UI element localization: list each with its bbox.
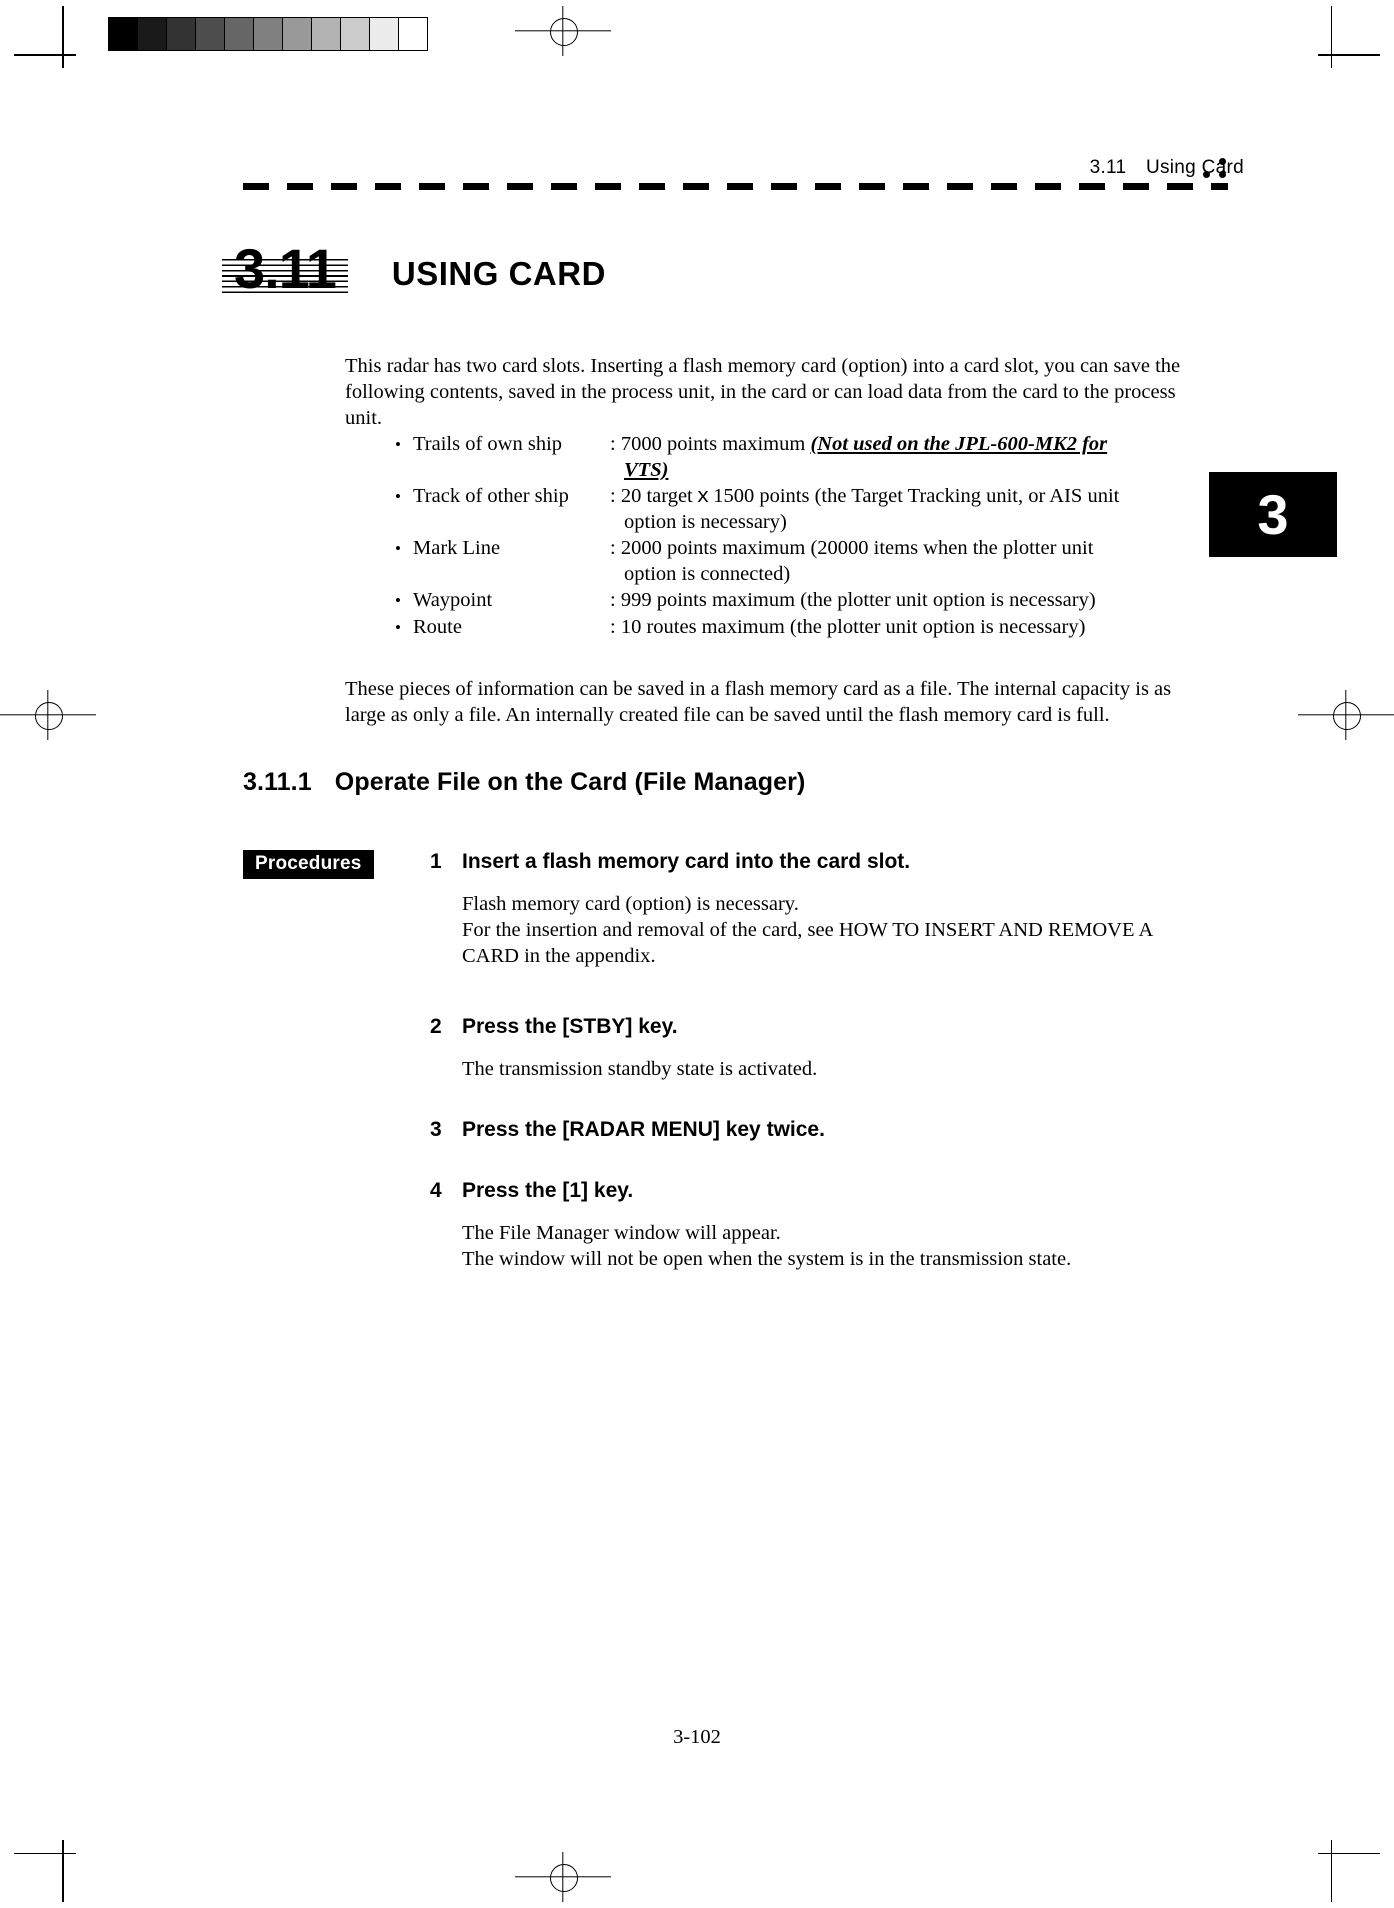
registration-crosshair-icon-top <box>515 6 611 56</box>
spec-term: Mark Line <box>413 537 501 559</box>
step-4: 4 Press the [1] key. The File Manager wi… <box>430 1177 1190 1272</box>
gray-swatch-10 <box>399 18 427 50</box>
registration-circle <box>550 1864 578 1892</box>
crop-mark-top-right <box>1318 6 1380 68</box>
gray-swatch-1 <box>138 18 167 50</box>
gray-swatch-9 <box>370 18 399 50</box>
procedures-badge: Procedures <box>243 850 374 879</box>
list-item: • Mark Line : 2000 points maximum (20000… <box>395 536 1195 587</box>
spec-definition: : 2000 points maximum (20000 items when … <box>608 536 1195 587</box>
step-heading: 4 Press the [1] key. <box>430 1177 1190 1204</box>
step-body: Flash memory card (option) is necessary.… <box>462 891 1190 969</box>
registration-crosshair-icon-right <box>1298 690 1394 740</box>
step-body-line: Flash memory card (option) is necessary. <box>462 893 799 915</box>
step-number: 1 <box>430 850 442 873</box>
spec-definition-text: : 2000 points maximum (20000 items when … <box>610 537 1094 559</box>
section-number: 3.11 <box>234 237 337 300</box>
spec-definition: : 999 points maximum (the plotter unit o… <box>610 589 1096 611</box>
spec-definition-cont: option is connected) <box>624 562 791 585</box>
decorative-dots-icon <box>1203 158 1231 184</box>
step-title: Insert a flash memory card into the card… <box>462 850 911 873</box>
spec-definition: : 10 routes maximum (the plotter unit op… <box>610 615 1086 638</box>
spec-emphasis-note: (Not used on the JPL-600-MK2 for <box>810 433 1108 455</box>
gray-swatch-7 <box>312 18 341 50</box>
spec-term: Trails of own ship <box>413 433 563 455</box>
chapter-tab: 3 <box>1209 472 1337 557</box>
registration-crosshair-icon-bottom <box>515 1852 611 1902</box>
list-item: • Track of other ship : 20 targetｘ1500 p… <box>395 484 1195 535</box>
registration-crosshair-icon-left <box>0 690 96 740</box>
bullet-icon: • <box>395 539 401 558</box>
step-1: 1 Insert a flash memory card into the ca… <box>430 848 1190 969</box>
bullet-icon: • <box>395 435 401 454</box>
outro-paragraph: These pieces of information can be saved… <box>345 677 1172 726</box>
step-body-line: The window will not be open when the sys… <box>462 1248 1072 1270</box>
gray-swatch-6 <box>283 18 312 50</box>
step-body-line: The File Manager window will appear. <box>462 1222 781 1244</box>
subsection-number: 3.11.1 <box>243 768 312 796</box>
bullet-icon: • <box>395 617 401 637</box>
step-heading: 2 Press the [STBY] key. <box>430 1013 1190 1040</box>
crop-mark-bottom-left <box>14 1840 76 1902</box>
bullet-icon: • <box>395 487 401 506</box>
running-header-number: 3.11 <box>1089 157 1127 178</box>
step-number: 4 <box>430 1179 442 1202</box>
gray-swatch-0 <box>109 18 138 50</box>
step-title: Press the [RADAR MENU] key twice. <box>462 1118 825 1141</box>
bullet-icon: • <box>395 591 401 610</box>
spec-definition: : 7000 points maximum (Not used on the J… <box>608 432 1195 483</box>
step-2: 2 Press the [STBY] key. The transmission… <box>430 1013 1190 1082</box>
step-number: 3 <box>430 1118 442 1141</box>
step-heading: 1 Insert a flash memory card into the ca… <box>430 848 1190 875</box>
crop-mark-bottom-right <box>1318 1840 1380 1902</box>
spec-definition: : 20 targetｘ1500 points (the Target Trac… <box>608 484 1195 535</box>
subsection-title: Operate File on the Card (File Manager) <box>334 768 806 796</box>
section-title: 3.11 USING CARD <box>222 235 606 299</box>
spec-term: Route <box>413 615 462 638</box>
gray-swatch-4 <box>225 18 254 50</box>
step-body-line: The transmission standby state is activa… <box>462 1058 818 1080</box>
intro-paragraph: This radar has two card slots. Inserting… <box>345 354 1181 429</box>
step-title: Press the [STBY] key. <box>462 1015 678 1038</box>
step-body-line: For the insertion and removal of the car… <box>462 919 1153 967</box>
step-heading: 3 Press the [RADAR MENU] key twice. <box>430 1116 1190 1143</box>
grayscale-calibration-strip <box>108 17 428 51</box>
section-name: USING CARD <box>391 255 606 292</box>
step-title: Press the [1] key. <box>462 1179 634 1202</box>
gray-swatch-8 <box>341 18 370 50</box>
crop-mark-top-left <box>14 6 76 68</box>
gray-swatch-2 <box>167 18 196 50</box>
procedure-steps: 1 Insert a flash memory card into the ca… <box>430 848 1190 1272</box>
list-item: • Waypoint : 999 points maximum (the plo… <box>395 588 1195 614</box>
page-number: 3-102 <box>673 1726 721 1748</box>
registration-circle <box>35 702 63 730</box>
section-number-badge: 3.11 <box>222 239 348 299</box>
subsection-heading: 3.11.1 Operate File on the Card (File Ma… <box>243 768 805 797</box>
step-body: The File Manager window will appear. The… <box>462 1220 1190 1272</box>
gray-swatch-3 <box>196 18 225 50</box>
spec-definition-text: : 20 targetｘ1500 points (the Target Trac… <box>610 485 1120 507</box>
registration-circle <box>550 18 578 46</box>
list-item: • Trails of own ship : 7000 points maxim… <box>395 432 1195 483</box>
registration-circle <box>1333 702 1361 730</box>
spec-term: Track of other ship <box>413 485 569 507</box>
gray-swatch-5 <box>254 18 283 50</box>
spec-definition-text: : 7000 points maximum <box>610 433 811 455</box>
list-item: • Route : 10 routes maximum (the plotter… <box>395 615 1195 641</box>
spec-emphasis-note-cont: VTS) <box>624 458 669 481</box>
step-3: 3 Press the [RADAR MENU] key twice. <box>430 1116 1190 1143</box>
header-dashed-rule <box>243 183 1228 190</box>
spec-term: Waypoint <box>413 589 493 611</box>
step-body: The transmission standby state is activa… <box>462 1056 1190 1082</box>
step-number: 2 <box>430 1015 442 1038</box>
specification-list: • Trails of own ship : 7000 points maxim… <box>395 432 1195 641</box>
spec-definition-cont: option is necessary) <box>624 510 787 533</box>
